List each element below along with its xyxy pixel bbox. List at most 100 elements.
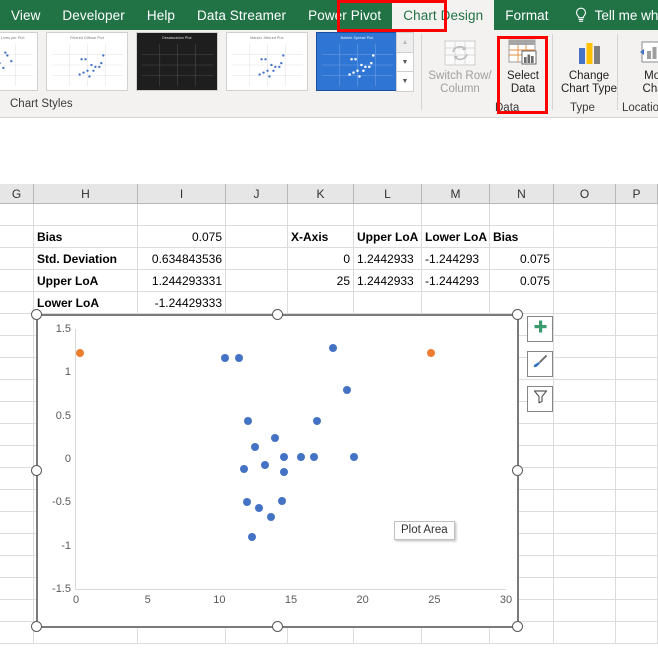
table-row[interactable]: Upper LoA 1.244293331 25 1.2442933 -1.24… [0,270,658,292]
resize-handle-bottom-right[interactable] [512,621,523,632]
cell-L[interactable]: 1.2442933 [354,248,422,269]
cell-I[interactable]: 0.075 [138,226,226,247]
cell-M[interactable] [422,292,490,313]
cell-G[interactable] [0,402,34,423]
cell-I[interactable]: -1.24429333 [138,292,226,313]
table-row[interactable]: Std. Deviation 0.634843536 0 1.2442933 -… [0,248,658,270]
cell-N[interactable] [490,292,554,313]
cell-L[interactable]: 1.2442933 [354,270,422,291]
cell-K[interactable]: 0 [288,248,354,269]
cell-O[interactable] [554,424,616,445]
scatter-point[interactable] [280,453,288,461]
cell-P[interactable] [616,622,658,643]
cell-P[interactable] [616,292,658,313]
column-header-J[interactable]: J [226,184,288,203]
cell-O[interactable] [554,556,616,577]
cell-N[interactable]: 0.075 [490,248,554,269]
cell-J[interactable] [226,204,288,225]
cell-H[interactable] [34,204,138,225]
cell-O[interactable] [554,380,616,401]
ribbon-tab-power-pivot[interactable]: Power Pivot [297,0,392,30]
ribbon-tab-format[interactable]: Format [494,0,559,30]
table-row[interactable]: Lower LoA -1.24429333 [0,292,658,314]
ribbon-tab-view[interactable]: View [0,0,51,30]
scatter-point[interactable] [221,354,229,362]
cell-O[interactable] [554,292,616,313]
cell-P[interactable] [616,512,658,533]
cell-O[interactable] [554,358,616,379]
cell-O[interactable] [554,402,616,423]
scatter-point[interactable] [310,453,318,461]
chart-style-thumbnail[interactable]: Marker Jittered Plot [226,32,308,91]
cell-O[interactable] [554,512,616,533]
resize-handle-bottom-center[interactable] [272,621,283,632]
chart-style-thumbnail[interactable]: Filtered Diffuse Plot [46,32,128,91]
chart-style-thumbnail[interactable]: Scatter Chart with Lines per Plot [0,32,38,91]
cell-P[interactable] [616,424,658,445]
cell-G[interactable] [0,468,34,489]
cell-O[interactable] [554,622,616,643]
cell-P[interactable] [616,380,658,401]
cell-P[interactable] [616,402,658,423]
column-header-P[interactable]: P [616,184,658,203]
scatter-point[interactable] [243,498,251,506]
resize-handle-top-left[interactable] [31,309,42,320]
gallery-scroll-down-button[interactable]: ▼ [396,52,414,73]
select-data-button[interactable]: Select Data [490,34,556,96]
scatter-point[interactable] [271,434,279,442]
cell-O[interactable] [554,314,616,335]
scatter-point[interactable] [278,497,286,505]
cell-G[interactable] [0,248,34,269]
cell-G[interactable] [0,336,34,357]
cell-J[interactable] [226,226,288,247]
cell-N[interactable]: 0.075 [490,270,554,291]
cell-P[interactable] [616,204,658,225]
cell-P[interactable] [616,226,658,247]
gallery-scroll-up-button[interactable]: ▲ [396,32,414,53]
cell-L[interactable] [354,292,422,313]
cell-P[interactable] [616,270,658,291]
cell-O[interactable] [554,446,616,467]
cell-G[interactable] [0,314,34,335]
ribbon-tab-data-streamer[interactable]: Data Streamer [186,0,297,30]
cell-I[interactable]: 0.634843536 [138,248,226,269]
column-header-N[interactable]: N [490,184,554,203]
cell-L[interactable]: Upper LoA [354,226,422,247]
scatter-point[interactable] [235,354,243,362]
cell-G[interactable] [0,534,34,555]
cell-H[interactable]: Lower LoA [34,292,138,313]
chart-object[interactable]: -1.5-1-0.500.511.5051015202530 Plot Area [36,314,518,627]
resize-handle-middle-left[interactable] [31,465,42,476]
cell-G[interactable] [0,424,34,445]
cell-G[interactable] [0,358,34,379]
scatter-point[interactable] [240,465,248,473]
cell-G[interactable] [0,600,34,621]
cell-P[interactable] [616,490,658,511]
chart-style-thumbnail-selected[interactable]: Bubble Spread Plot [316,32,398,91]
scatter-point[interactable] [255,504,263,512]
ribbon-tab-developer[interactable]: Developer [51,0,135,30]
column-header-K[interactable]: K [288,184,354,203]
plot-area[interactable]: -1.5-1-0.500.511.5051015202530 [75,329,506,590]
move-chart-button[interactable]: Mov Char [622,34,658,96]
cell-P[interactable] [616,556,658,577]
table-row[interactable] [0,204,658,226]
cell-N[interactable]: Bias [490,226,554,247]
cell-G[interactable] [0,622,34,643]
scatter-point[interactable] [76,349,84,357]
scatter-point[interactable] [261,461,269,469]
cell-H[interactable]: Upper LoA [34,270,138,291]
cell-G[interactable] [0,556,34,577]
cell-G[interactable] [0,512,34,533]
cell-G[interactable] [0,578,34,599]
column-header-H[interactable]: H [34,184,138,203]
cell-P[interactable] [616,600,658,621]
cell-G[interactable] [0,446,34,467]
cell-K[interactable] [288,292,354,313]
cell-I[interactable]: 1.244293331 [138,270,226,291]
gallery-more-button[interactable]: ▼ [396,71,414,92]
scatter-point[interactable] [280,468,288,476]
chart-elements-button[interactable] [527,316,553,342]
cell-J[interactable] [226,270,288,291]
cell-O[interactable] [554,534,616,555]
